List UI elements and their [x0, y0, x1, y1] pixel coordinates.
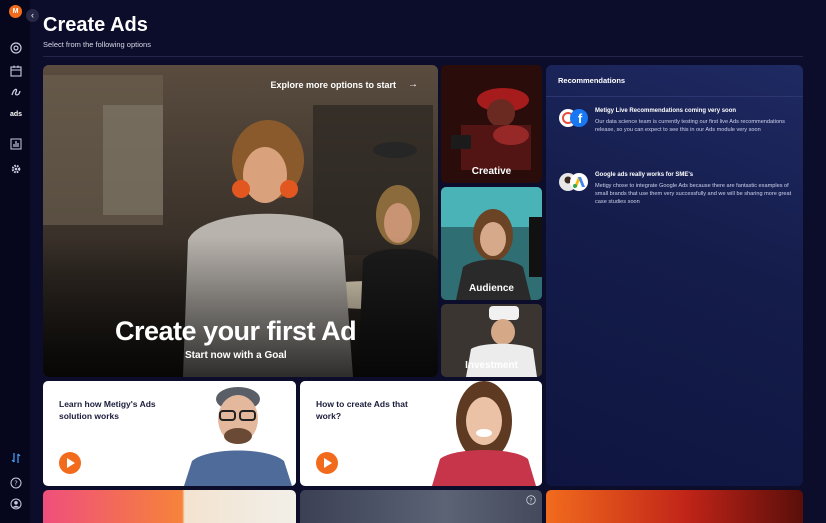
analytics-icon[interactable] [10, 138, 22, 150]
video-card-title: How to create Ads that work? [316, 399, 408, 421]
tile-investment-label: Investment [465, 360, 518, 371]
video-card-title: Learn how Metigy's Ads solution works [59, 399, 156, 421]
sidebar-collapse-button[interactable]: ‹ [26, 9, 39, 22]
settings-gear-icon[interactable] [10, 163, 22, 175]
metigy-facebook-icon: f [559, 109, 588, 127]
hero-title: Create your first Ad [115, 316, 357, 346]
video-card-how-to-create-ads[interactable]: How to create Ads that work? [300, 381, 542, 486]
sidebar-item-ads[interactable]: ads [10, 111, 22, 118]
sync-icon[interactable] [10, 452, 22, 464]
recommendation-item[interactable]: f Metigy Live Recommendations coming ver… [558, 105, 793, 155]
tile-audience-label: Audience [468, 283, 514, 294]
svg-text:?: ? [14, 480, 18, 488]
user-profile-icon[interactable] [10, 498, 22, 510]
header-divider [43, 56, 803, 57]
recommendation-title: Google ads really works for SME's [595, 172, 694, 178]
play-icon[interactable] [316, 452, 338, 474]
tile-creative-label: Creative [471, 166, 512, 177]
tile-audience[interactable]: Audience [441, 187, 542, 300]
recommendations-panel: Recommendations f Metigy Live Recommenda… [546, 65, 803, 486]
create-first-ad-card[interactable]: Explore more options to start → Create y… [43, 65, 438, 377]
social-icon[interactable] [10, 86, 22, 98]
calendar-icon[interactable] [10, 65, 22, 77]
recommendation-body: Metigy chose to integrate Google Ads bec… [595, 183, 792, 206]
recommendations-divider [546, 96, 803, 97]
play-icon[interactable] [59, 452, 81, 474]
recommendation-item[interactable]: Google ads really works for SME's Metigy… [558, 169, 793, 219]
bottom-card-1[interactable] [43, 490, 296, 523]
arrow-right-icon[interactable]: → [408, 79, 418, 90]
hero-subtitle: Start now with a Goal [185, 350, 287, 361]
tile-investment[interactable]: Investment [441, 304, 542, 377]
presenter-man-image [176, 381, 296, 486]
tile-creative[interactable]: Creative [441, 65, 542, 183]
video-card-learn-metigy[interactable]: Learn how Metigy's Ads solution works [43, 381, 296, 486]
svg-text:?: ? [529, 498, 532, 505]
metigy-logo[interactable]: M [9, 5, 22, 18]
explore-options-link[interactable]: Explore more options to start [270, 80, 396, 90]
info-icon[interactable]: ? [526, 495, 536, 505]
page-title: Create Ads [43, 14, 148, 36]
dashboard-icon[interactable] [10, 42, 22, 54]
recommendation-body: Our data science team is currently testi… [595, 119, 785, 134]
page-subtitle: Select from the following options [43, 40, 151, 49]
google-ads-icon [559, 173, 588, 191]
presenter-woman-image [422, 381, 542, 486]
help-icon[interactable]: ? [10, 477, 22, 489]
bottom-card-2[interactable]: ? [300, 490, 542, 523]
bottom-card-3[interactable] [546, 490, 803, 523]
recommendations-title: Recommendations [558, 76, 626, 85]
sidebar: M ads ? [0, 0, 30, 523]
svg-text:f: f [578, 111, 583, 126]
recommendation-title: Metigy Live Recommendations coming very … [595, 108, 737, 114]
